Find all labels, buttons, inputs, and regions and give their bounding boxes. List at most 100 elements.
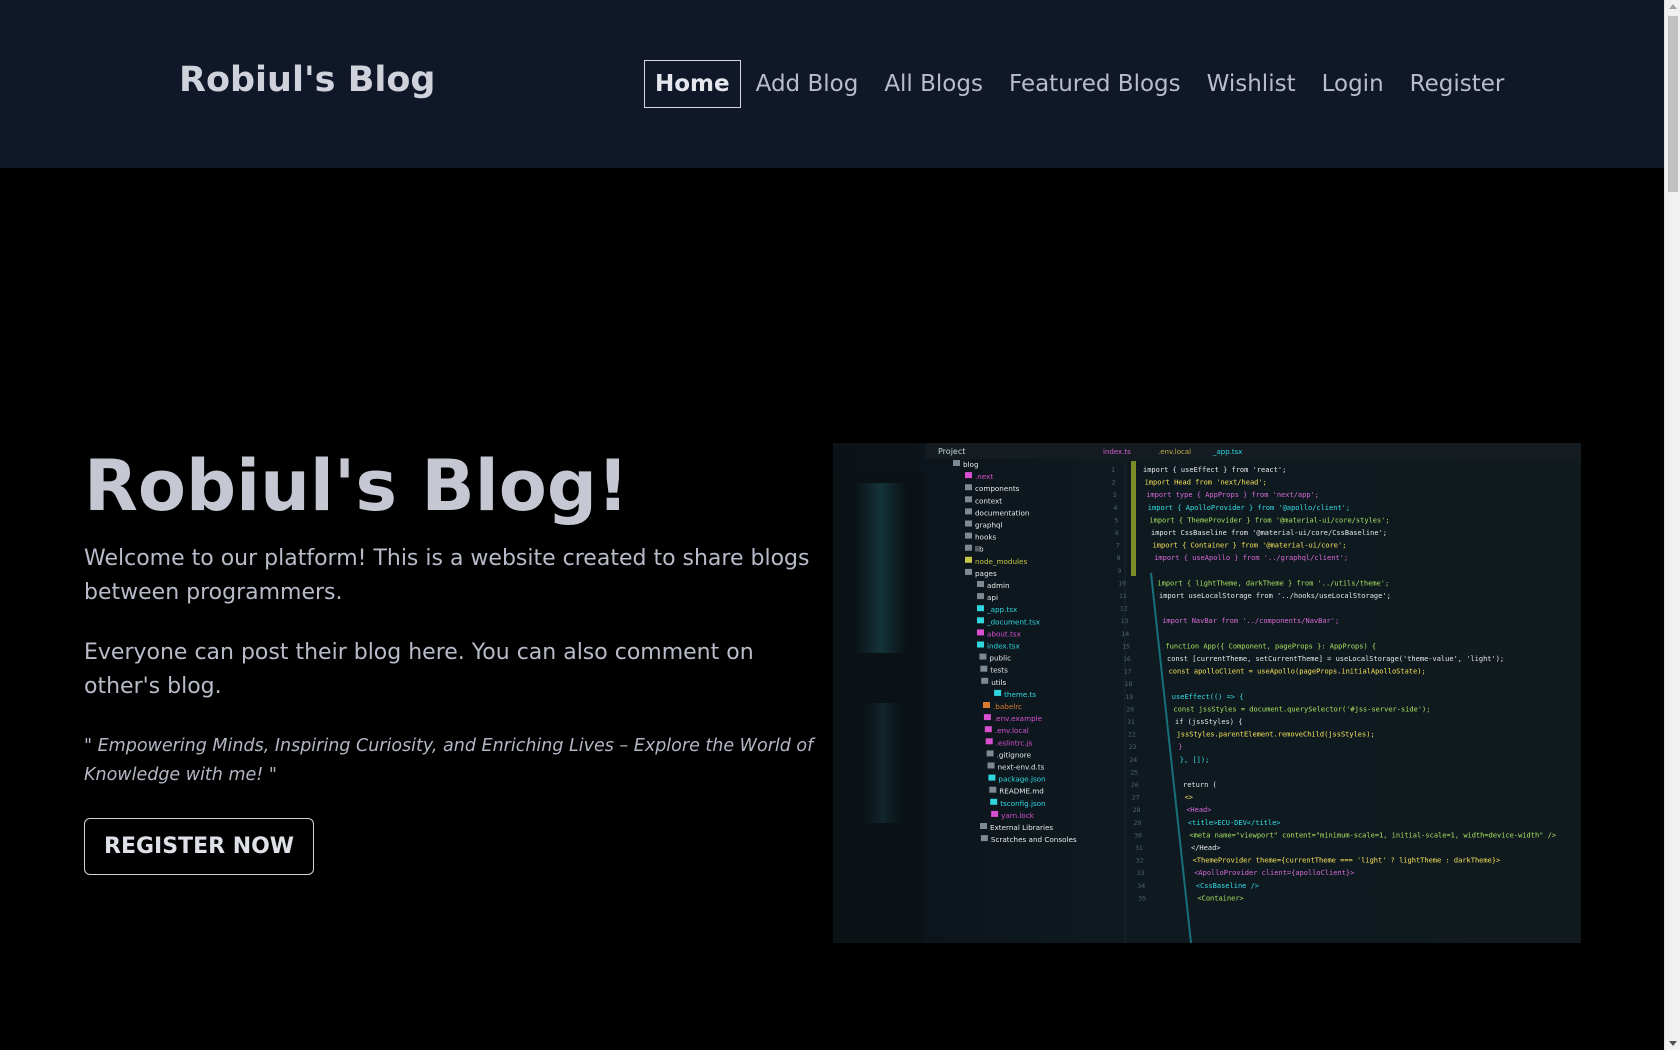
file-tree-item: blog: [963, 460, 979, 469]
folder-icon: [983, 702, 990, 708]
line-number: 12: [1120, 605, 1128, 613]
file-tree-item: theme.ts: [1004, 690, 1036, 699]
file-tree-item: README.md: [999, 787, 1044, 796]
code-line: import CssBaseline from '@material-ui/co…: [1151, 529, 1387, 537]
editor-tab: .env.local: [1158, 448, 1191, 456]
file-tree-item: context: [975, 496, 1002, 505]
code-line: function App({ Component, pageProps }: A…: [1165, 642, 1376, 650]
line-number: 7: [1116, 542, 1120, 550]
nav-featured-blogs[interactable]: Featured Blogs: [998, 60, 1192, 108]
nav-home[interactable]: Home: [644, 60, 741, 108]
file-tree-item: next-env.d.ts: [998, 763, 1045, 772]
line-number: 27: [1132, 794, 1140, 802]
line-number: 16: [1123, 655, 1131, 663]
folder-icon: [953, 460, 960, 466]
line-number: 22: [1128, 731, 1136, 739]
page-scrollbar[interactable]: [1664, 0, 1680, 1050]
code-line: const [currentTheme, setCurrentTheme] = …: [1167, 655, 1504, 663]
code-line: <Container>: [1197, 894, 1243, 902]
line-number: 19: [1125, 693, 1133, 701]
nav-all-blogs[interactable]: All Blogs: [873, 60, 994, 108]
editor-tab: index.ts: [1103, 448, 1131, 456]
line-number: 2: [1112, 479, 1116, 487]
code-line: <>: [1185, 794, 1193, 802]
file-tree-item: .eslintrc.js: [996, 738, 1033, 747]
register-now-button[interactable]: REGISTER NOW: [84, 818, 315, 875]
file-tree-item: pages: [975, 569, 997, 578]
line-number: 6: [1115, 529, 1119, 537]
code-line: useEffect(() => {: [1172, 693, 1244, 701]
file-tree-item: package.json: [998, 775, 1045, 784]
code-line: <meta name="viewport" content="minimum-s…: [1189, 831, 1556, 839]
line-number: 10: [1118, 579, 1126, 587]
hero-title: Robiul's Blog!: [84, 445, 629, 527]
file-tree-item: .next: [975, 472, 993, 481]
nav-wishlist[interactable]: Wishlist: [1196, 60, 1307, 108]
line-number: 33: [1137, 869, 1145, 877]
file-tree-item: public: [989, 654, 1011, 663]
file-tree-item: .env.example: [994, 714, 1043, 723]
file-tree-item: documentation: [975, 508, 1029, 517]
folder-icon: [977, 605, 984, 612]
hero-section: Robiul's Blog! Welcome to our platform! …: [84, 440, 819, 875]
hero-code-image: Project index.ts .env.local _app.tsx blog.…: [833, 443, 1581, 943]
folder-icon: [965, 508, 972, 515]
line-number: 13: [1121, 617, 1129, 625]
folder-icon: [981, 677, 989, 684]
code-line: import { ThemeProvider } from '@material…: [1149, 516, 1389, 524]
file-tree-item: graphql: [975, 521, 1003, 530]
line-number: 17: [1124, 668, 1132, 676]
code-line: import { lightTheme, darkTheme } from '.…: [1157, 579, 1389, 587]
file-tree-item: admin: [987, 581, 1010, 590]
folder-icon: [980, 665, 988, 672]
file-tree-item: _document.tsx: [986, 617, 1041, 626]
editor-tab: _app.tsx: [1212, 448, 1242, 456]
line-number: 24: [1129, 756, 1137, 764]
folder-icon: [990, 798, 998, 805]
folder-icon: [965, 520, 972, 527]
code-line: import type { AppProps } from 'next/app'…: [1146, 491, 1319, 499]
code-line: import { Container } from '@material-ui/…: [1153, 542, 1347, 550]
line-number: 26: [1131, 781, 1139, 789]
file-tree-item: yarn.lock: [1001, 811, 1035, 820]
folder-icon: [977, 581, 984, 587]
folder-icon: [965, 544, 972, 551]
nav-add-blog[interactable]: Add Blog: [745, 60, 870, 108]
top-navbar: Robiul's Blog Home Add Blog All Blogs Fe…: [0, 0, 1664, 168]
file-tree-item: _app.tsx: [986, 605, 1018, 614]
file-tree-item: .gitignore: [997, 750, 1032, 759]
line-number: 3: [1113, 491, 1117, 499]
line-number: 21: [1127, 718, 1135, 726]
brand-logo[interactable]: Robiul's Blog: [179, 60, 435, 100]
folder-icon: [977, 629, 984, 636]
scroll-down-icon[interactable]: [1669, 1041, 1677, 1046]
file-tree-item: components: [975, 484, 1020, 493]
line-number: 31: [1135, 844, 1143, 852]
folder-icon: [986, 750, 994, 757]
line-number: 25: [1130, 768, 1138, 776]
folder-icon: [980, 823, 987, 829]
code-line: import useLocalStorage from '../hooks/us…: [1159, 592, 1391, 600]
code-line: </Head>: [1191, 844, 1221, 852]
code-editor-illustration: Project index.ts .env.local _app.tsx blog.…: [833, 443, 1581, 943]
folder-icon: [980, 835, 988, 842]
folder-icon: [977, 593, 984, 600]
code-line: <Head>: [1186, 806, 1211, 814]
file-tree-item: .env.local: [995, 726, 1029, 735]
scroll-thumb[interactable]: [1668, 16, 1678, 192]
code-line: import NavBar from '../components/NavBar…: [1162, 617, 1339, 625]
line-number: 9: [1117, 567, 1121, 575]
line-number: 29: [1133, 819, 1141, 827]
code-line: jssStyles.parentElement.removeChild(jssS…: [1177, 731, 1375, 739]
nav-login[interactable]: Login: [1311, 60, 1395, 108]
folder-icon: [991, 810, 999, 817]
line-number: 5: [1114, 516, 1118, 524]
file-tree-item: Scratches and Consoles: [991, 835, 1077, 844]
folder-icon: [965, 496, 972, 503]
line-number: 30: [1134, 831, 1142, 839]
line-number: 23: [1129, 743, 1137, 751]
nav-register[interactable]: Register: [1399, 60, 1516, 108]
scroll-up-icon[interactable]: [1669, 4, 1677, 9]
folder-icon: [988, 774, 996, 781]
line-number: 1: [1111, 466, 1115, 474]
